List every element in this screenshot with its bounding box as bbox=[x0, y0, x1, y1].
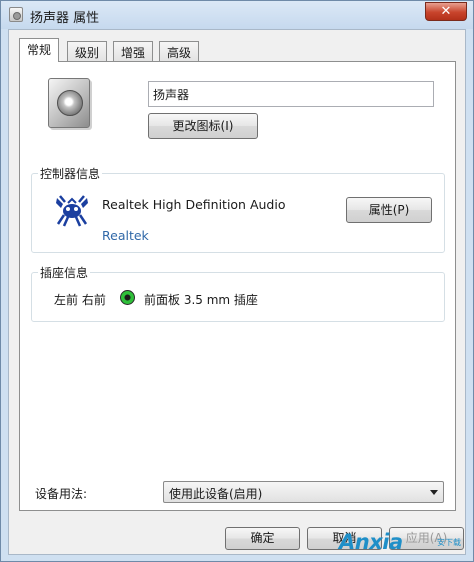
controller-info-group: 控制器信息 Realtek High Definition Audio Real… bbox=[31, 165, 445, 253]
ok-button[interactable]: 确定 bbox=[225, 527, 300, 550]
title-bar[interactable]: 扬声器 属性 ✕ bbox=[1, 1, 473, 29]
dialog-content: 常规 级别 增强 高级 扬声器 更改图标(I) 控制器信息 Realtek Hi… bbox=[8, 29, 466, 555]
tab-general[interactable]: 常规 bbox=[19, 38, 60, 62]
properties-window: 扬声器 属性 ✕ 常规 级别 增强 高级 扬声器 更改图标(I) 控制器信息 R… bbox=[0, 0, 474, 562]
tab-levels[interactable]: 级别 bbox=[67, 41, 108, 61]
jack-info-group: 插座信息 左前 右前 前面板 3.5 mm 插座 bbox=[31, 264, 445, 322]
device-usage-select[interactable]: 使用此设备(启用) bbox=[163, 481, 444, 503]
close-button[interactable]: ✕ bbox=[425, 2, 467, 21]
controller-info-title: 控制器信息 bbox=[38, 165, 103, 182]
controller-device-name: Realtek High Definition Audio bbox=[102, 197, 286, 212]
realtek-crab-icon bbox=[56, 195, 88, 227]
watermark: Anxia 安下载 bbox=[339, 528, 474, 562]
speaker-cone bbox=[57, 90, 83, 116]
device-name-input[interactable]: 扬声器 bbox=[148, 81, 434, 107]
speaker-icon bbox=[9, 7, 23, 22]
tab-advanced[interactable]: 高级 bbox=[159, 41, 200, 61]
watermark-logo: Anxia bbox=[339, 530, 403, 554]
close-icon: ✕ bbox=[440, 4, 452, 19]
watermark-subtext: 安下载 bbox=[437, 538, 461, 547]
device-usage-label: 设备用法: bbox=[35, 487, 88, 501]
controller-properties-button[interactable]: 属性(P) bbox=[346, 197, 432, 223]
device-usage-selected: 使用此设备(启用) bbox=[169, 487, 263, 501]
jack-location: 前面板 3.5 mm 插座 bbox=[144, 293, 258, 307]
green-jack-icon bbox=[120, 290, 135, 305]
change-icon-button[interactable]: 更改图标(I) bbox=[148, 113, 258, 139]
speaker-icon bbox=[48, 78, 90, 128]
tab-enhancements[interactable]: 增强 bbox=[113, 41, 154, 61]
window-title: 扬声器 属性 bbox=[30, 11, 100, 26]
general-tab-panel: 扬声器 更改图标(I) 控制器信息 Realtek High Definitio… bbox=[19, 61, 456, 511]
jack-info-title: 插座信息 bbox=[38, 264, 91, 281]
jack-channels: 左前 右前 bbox=[54, 293, 106, 307]
controller-vendor-link[interactable]: Realtek bbox=[102, 228, 149, 243]
chevron-down-icon bbox=[430, 490, 438, 495]
